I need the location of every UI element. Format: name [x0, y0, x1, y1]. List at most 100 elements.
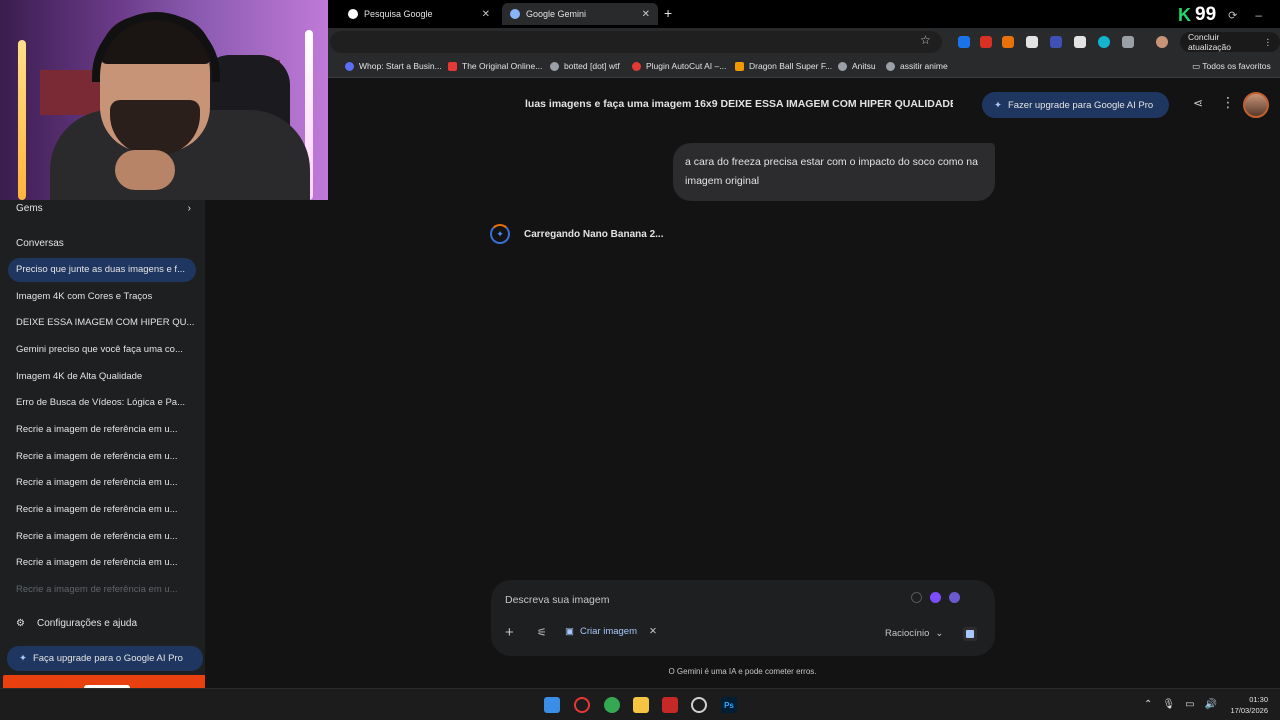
globe-icon — [886, 61, 895, 71]
profile-icon[interactable] — [1156, 36, 1168, 48]
prompt-input[interactable] — [505, 590, 885, 610]
minimize-icon[interactable]: – — [1255, 8, 1262, 22]
gear-icon: ⚙ — [16, 618, 25, 629]
loading-text: Carregando Nano Banana 2... — [524, 228, 664, 240]
conversation-item[interactable]: Recrie a imagem de referência em u... — [8, 578, 196, 602]
conversation-item[interactable]: Recrie a imagem de referência em u... — [8, 551, 196, 575]
new-tab-icon[interactable]: + — [664, 5, 672, 21]
chevron-right-icon: › — [187, 203, 191, 214]
conversation-item[interactable]: Preciso que junte as duas imagens e f... — [8, 258, 196, 282]
create-image-chip[interactable]: ▣ Criar imagem ✕ — [565, 626, 657, 637]
refresh-icon[interactable]: ⟳ — [1228, 9, 1237, 22]
microphone-icon[interactable]: 🎙 — [1162, 699, 1175, 710]
system-tray: ⌃ 🎙 ▭ 🔊 — [1144, 699, 1217, 710]
upgrade-label: Faça upgrade para o Google AI Pro — [32, 653, 183, 664]
avatar[interactable] — [1243, 92, 1269, 118]
sidebar-item-gems[interactable]: Gems › — [16, 203, 191, 214]
conversation-item[interactable]: Recrie a imagem de referência em u... — [8, 445, 196, 469]
extension-purple-icon[interactable] — [930, 592, 941, 603]
file-explorer-icon[interactable] — [633, 697, 649, 713]
bookmark-label: Plugin AutoCut AI –... — [646, 61, 727, 71]
app-icon[interactable] — [662, 697, 678, 713]
sparkle-icon: ✦ — [994, 99, 1002, 111]
more-vert-icon[interactable]: ⋮ — [1221, 94, 1235, 111]
whop-icon — [345, 61, 354, 71]
bookmark-item[interactable]: assitir anime — [886, 61, 948, 71]
update-button[interactable]: Concluir atualização ⋮ — [1180, 32, 1280, 52]
extension-icon[interactable] — [1026, 36, 1038, 48]
conversation-item[interactable]: Imagem 4K com Cores e Traços — [8, 285, 196, 309]
extension-icon[interactable] — [1074, 36, 1086, 48]
mode-selector[interactable]: Raciocínio ⌄ — [885, 628, 943, 639]
all-favorites[interactable]: ▭ Todos os favoritos — [1192, 61, 1271, 72]
power-icon[interactable] — [911, 592, 922, 603]
bookmark-label: Dragon Ball Super F... — [749, 61, 833, 71]
gemini-icon — [510, 9, 520, 19]
chrome-icon[interactable] — [604, 697, 620, 713]
settings-and-help[interactable]: ⚙ Configurações e ajuda — [16, 618, 137, 629]
conversation-item[interactable]: Erro de Busca de Vídeos: Lógica e Pa... — [8, 391, 196, 415]
k-logo-icon: K — [1178, 4, 1191, 25]
extension-icon[interactable] — [958, 36, 970, 48]
bookmark-item[interactable]: Whop: Start a Busin... — [345, 61, 442, 71]
bookmark-label: Whop: Start a Busin... — [359, 61, 442, 71]
extension-icon[interactable] — [1050, 36, 1062, 48]
dragon-ball-icon — [735, 61, 744, 71]
conversation-item[interactable]: Imagem 4K de Alta Qualidade — [8, 365, 196, 389]
disclaimer: O Gemini é uma IA e pode cometer erros. — [668, 667, 817, 676]
close-icon[interactable]: ✕ — [482, 9, 490, 20]
conversation-item[interactable]: Recrie a imagem de referência em u... — [8, 525, 196, 549]
tab-google-gemini[interactable]: Google Gemini ✕ — [502, 3, 658, 25]
puzzle-icon[interactable] — [1122, 36, 1134, 48]
conversation-item[interactable]: DEIXE ESSA IMAGEM COM HIPER QU... — [8, 311, 196, 335]
omnibox[interactable] — [330, 31, 942, 53]
tab-pesquisa-google[interactable]: Pesquisa Google ✕ — [340, 3, 498, 25]
chevron-down-icon: ⌄ — [935, 628, 944, 639]
loading-indicator: ✦ Carregando Nano Banana 2... — [490, 224, 663, 244]
conversation-item[interactable]: Recrie a imagem de referência em u... — [8, 498, 196, 522]
close-icon[interactable]: ✕ — [649, 626, 657, 637]
extension-icon[interactable] — [980, 36, 992, 48]
image-icon: ▣ — [565, 626, 574, 637]
k-score-widget: K 99 ⟳ – — [1178, 4, 1262, 26]
chevron-up-icon[interactable]: ⌃ — [1144, 699, 1152, 710]
photoshop-icon[interactable]: Ps — [721, 697, 737, 713]
stop-button[interactable] — [963, 627, 977, 641]
bookmark-item[interactable]: botted [dot] wtf — [550, 61, 620, 71]
chat-title[interactable]: luas imagens e faça uma imagem 16x9 DEIX… — [525, 98, 953, 110]
windows-start-icon[interactable] — [544, 697, 560, 713]
upgrade-button[interactable]: ✦ Fazer upgrade para Google AI Pro — [982, 92, 1170, 118]
extension-icon[interactable] — [1002, 36, 1014, 48]
site-icon — [448, 61, 457, 71]
share-icon[interactable]: ⋖ — [1193, 96, 1203, 110]
webcam-overlay — [0, 0, 328, 200]
bookmark-item[interactable]: Anitsu — [838, 61, 876, 71]
close-icon[interactable]: ✕ — [642, 9, 650, 20]
obs-icon[interactable] — [691, 697, 707, 713]
opera-icon[interactable] — [574, 697, 590, 713]
extension-icon[interactable] — [1098, 36, 1110, 48]
conversation-item[interactable]: Recrie a imagem de referência em u... — [8, 418, 196, 442]
chip-label: Criar imagem — [579, 626, 637, 637]
bookmark-star-icon[interactable]: ☆ — [920, 33, 931, 47]
conversations-heading: Conversas — [16, 238, 64, 249]
bookmark-label: The Original Online... — [462, 61, 543, 71]
bookmark-item[interactable]: The Original Online... — [448, 61, 542, 71]
conversation-item[interactable]: Gemini preciso que você faça uma co... — [8, 338, 196, 362]
speaker-icon[interactable]: 🔊 — [1205, 699, 1217, 710]
robot-icon — [550, 61, 559, 71]
google-icon — [348, 9, 358, 19]
anitsu-icon — [838, 61, 847, 71]
composer-extension-icons — [911, 592, 960, 603]
conversation-item[interactable]: Recrie a imagem de referência em u... — [8, 471, 196, 495]
clock[interactable]: 01:30 17/03/2026 — [1230, 694, 1268, 716]
gems-label: Gems — [16, 203, 43, 214]
network-icon[interactable]: ▭ — [1185, 699, 1194, 710]
bookmark-item[interactable]: Dragon Ball Super F... — [735, 61, 832, 71]
extension-g-icon[interactable] — [949, 592, 960, 603]
add-icon[interactable]: + — [505, 624, 514, 641]
sidebar-upgrade-button[interactable]: ✦ Faça upgrade para o Google AI Pro — [7, 646, 203, 671]
settings-label: Configurações e ajuda — [36, 618, 138, 629]
tools-icon[interactable]: ⚟ — [537, 626, 547, 639]
bookmark-item[interactable]: Plugin AutoCut AI –... — [632, 61, 726, 71]
